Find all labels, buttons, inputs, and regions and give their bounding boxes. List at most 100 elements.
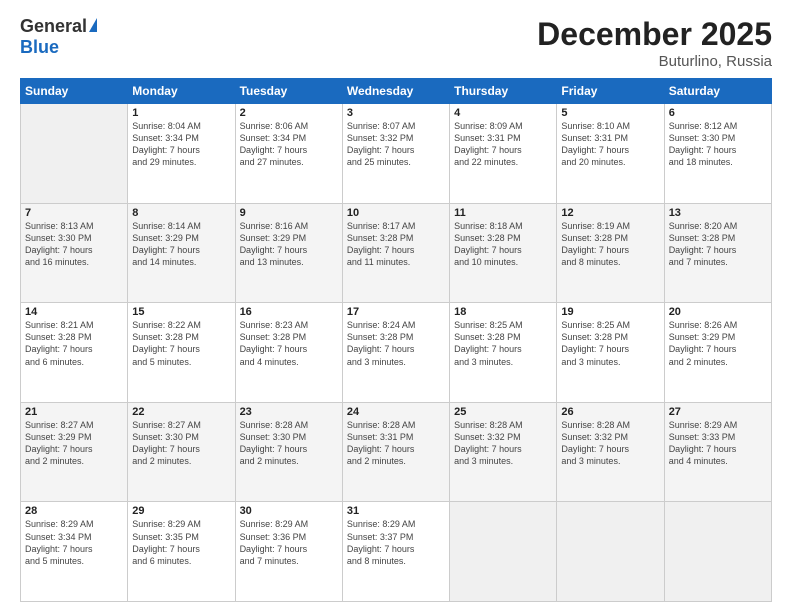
- day-number: 11: [454, 207, 552, 219]
- day-info: Sunrise: 8:29 AM Sunset: 3:36 PM Dayligh…: [240, 518, 338, 567]
- day-number: 2: [240, 107, 338, 119]
- day-info: Sunrise: 8:16 AM Sunset: 3:29 PM Dayligh…: [240, 220, 338, 269]
- calendar-day-cell: 25Sunrise: 8:28 AM Sunset: 3:32 PM Dayli…: [450, 402, 557, 502]
- calendar-day-cell: 15Sunrise: 8:22 AM Sunset: 3:28 PM Dayli…: [128, 303, 235, 403]
- calendar-day-cell: 5Sunrise: 8:10 AM Sunset: 3:31 PM Daylig…: [557, 104, 664, 204]
- calendar-day-cell: 1Sunrise: 8:04 AM Sunset: 3:34 PM Daylig…: [128, 104, 235, 204]
- calendar-header-cell: Saturday: [664, 79, 771, 104]
- calendar-day-cell: 11Sunrise: 8:18 AM Sunset: 3:28 PM Dayli…: [450, 203, 557, 303]
- day-number: 7: [25, 207, 123, 219]
- calendar-day-cell: 9Sunrise: 8:16 AM Sunset: 3:29 PM Daylig…: [235, 203, 342, 303]
- calendar-header-cell: Tuesday: [235, 79, 342, 104]
- calendar-day-cell: 29Sunrise: 8:29 AM Sunset: 3:35 PM Dayli…: [128, 502, 235, 602]
- day-number: 17: [347, 306, 445, 318]
- day-number: 1: [132, 107, 230, 119]
- day-info: Sunrise: 8:29 AM Sunset: 3:35 PM Dayligh…: [132, 518, 230, 567]
- calendar-day-cell: 23Sunrise: 8:28 AM Sunset: 3:30 PM Dayli…: [235, 402, 342, 502]
- day-info: Sunrise: 8:07 AM Sunset: 3:32 PM Dayligh…: [347, 120, 445, 169]
- day-number: 25: [454, 406, 552, 418]
- calendar-day-cell: 13Sunrise: 8:20 AM Sunset: 3:28 PM Dayli…: [664, 203, 771, 303]
- day-info: Sunrise: 8:29 AM Sunset: 3:33 PM Dayligh…: [669, 419, 767, 468]
- calendar-day-cell: 22Sunrise: 8:27 AM Sunset: 3:30 PM Dayli…: [128, 402, 235, 502]
- calendar-day-cell: 27Sunrise: 8:29 AM Sunset: 3:33 PM Dayli…: [664, 402, 771, 502]
- day-info: Sunrise: 8:25 AM Sunset: 3:28 PM Dayligh…: [561, 319, 659, 368]
- day-info: Sunrise: 8:14 AM Sunset: 3:29 PM Dayligh…: [132, 220, 230, 269]
- calendar-week-row: 14Sunrise: 8:21 AM Sunset: 3:28 PM Dayli…: [21, 303, 772, 403]
- calendar-day-cell: 4Sunrise: 8:09 AM Sunset: 3:31 PM Daylig…: [450, 104, 557, 204]
- day-number: 24: [347, 406, 445, 418]
- page: General Blue December 2025 Buturlino, Ru…: [0, 0, 792, 612]
- subtitle: Buturlino, Russia: [537, 53, 772, 70]
- day-number: 6: [669, 107, 767, 119]
- day-number: 9: [240, 207, 338, 219]
- day-number: 20: [669, 306, 767, 318]
- day-info: Sunrise: 8:28 AM Sunset: 3:32 PM Dayligh…: [561, 419, 659, 468]
- day-info: Sunrise: 8:29 AM Sunset: 3:34 PM Dayligh…: [25, 518, 123, 567]
- day-number: 12: [561, 207, 659, 219]
- day-info: Sunrise: 8:26 AM Sunset: 3:29 PM Dayligh…: [669, 319, 767, 368]
- day-info: Sunrise: 8:10 AM Sunset: 3:31 PM Dayligh…: [561, 120, 659, 169]
- calendar-header-row: SundayMondayTuesdayWednesdayThursdayFrid…: [21, 79, 772, 104]
- calendar-week-row: 1Sunrise: 8:04 AM Sunset: 3:34 PM Daylig…: [21, 104, 772, 204]
- calendar-week-row: 21Sunrise: 8:27 AM Sunset: 3:29 PM Dayli…: [21, 402, 772, 502]
- day-number: 13: [669, 207, 767, 219]
- day-number: 28: [25, 505, 123, 517]
- calendar-day-cell: 28Sunrise: 8:29 AM Sunset: 3:34 PM Dayli…: [21, 502, 128, 602]
- calendar-day-cell: 7Sunrise: 8:13 AM Sunset: 3:30 PM Daylig…: [21, 203, 128, 303]
- day-number: 3: [347, 107, 445, 119]
- calendar-day-cell: 21Sunrise: 8:27 AM Sunset: 3:29 PM Dayli…: [21, 402, 128, 502]
- day-number: 26: [561, 406, 659, 418]
- logo: General Blue: [20, 16, 97, 58]
- calendar-day-cell: 24Sunrise: 8:28 AM Sunset: 3:31 PM Dayli…: [342, 402, 449, 502]
- calendar-day-cell: 10Sunrise: 8:17 AM Sunset: 3:28 PM Dayli…: [342, 203, 449, 303]
- main-title: December 2025: [537, 16, 772, 53]
- calendar-day-cell: 17Sunrise: 8:24 AM Sunset: 3:28 PM Dayli…: [342, 303, 449, 403]
- calendar-table: SundayMondayTuesdayWednesdayThursdayFrid…: [20, 78, 772, 602]
- day-number: 29: [132, 505, 230, 517]
- calendar-day-cell: 12Sunrise: 8:19 AM Sunset: 3:28 PM Dayli…: [557, 203, 664, 303]
- day-info: Sunrise: 8:24 AM Sunset: 3:28 PM Dayligh…: [347, 319, 445, 368]
- calendar-week-row: 7Sunrise: 8:13 AM Sunset: 3:30 PM Daylig…: [21, 203, 772, 303]
- calendar-day-cell: 6Sunrise: 8:12 AM Sunset: 3:30 PM Daylig…: [664, 104, 771, 204]
- calendar-day-cell: [450, 502, 557, 602]
- day-info: Sunrise: 8:04 AM Sunset: 3:34 PM Dayligh…: [132, 120, 230, 169]
- calendar-day-cell: 18Sunrise: 8:25 AM Sunset: 3:28 PM Dayli…: [450, 303, 557, 403]
- day-number: 31: [347, 505, 445, 517]
- header: General Blue December 2025 Buturlino, Ru…: [20, 16, 772, 70]
- calendar-header-cell: Sunday: [21, 79, 128, 104]
- day-info: Sunrise: 8:20 AM Sunset: 3:28 PM Dayligh…: [669, 220, 767, 269]
- day-info: Sunrise: 8:27 AM Sunset: 3:30 PM Dayligh…: [132, 419, 230, 468]
- day-info: Sunrise: 8:19 AM Sunset: 3:28 PM Dayligh…: [561, 220, 659, 269]
- calendar-day-cell: 2Sunrise: 8:06 AM Sunset: 3:34 PM Daylig…: [235, 104, 342, 204]
- day-info: Sunrise: 8:28 AM Sunset: 3:32 PM Dayligh…: [454, 419, 552, 468]
- day-info: Sunrise: 8:22 AM Sunset: 3:28 PM Dayligh…: [132, 319, 230, 368]
- logo-triangle-icon: [89, 18, 97, 32]
- calendar-day-cell: 31Sunrise: 8:29 AM Sunset: 3:37 PM Dayli…: [342, 502, 449, 602]
- day-info: Sunrise: 8:21 AM Sunset: 3:28 PM Dayligh…: [25, 319, 123, 368]
- day-number: 18: [454, 306, 552, 318]
- day-number: 27: [669, 406, 767, 418]
- day-info: Sunrise: 8:27 AM Sunset: 3:29 PM Dayligh…: [25, 419, 123, 468]
- calendar-day-cell: 19Sunrise: 8:25 AM Sunset: 3:28 PM Dayli…: [557, 303, 664, 403]
- title-block: December 2025 Buturlino, Russia: [537, 16, 772, 70]
- day-info: Sunrise: 8:28 AM Sunset: 3:31 PM Dayligh…: [347, 419, 445, 468]
- day-number: 4: [454, 107, 552, 119]
- day-info: Sunrise: 8:25 AM Sunset: 3:28 PM Dayligh…: [454, 319, 552, 368]
- day-info: Sunrise: 8:12 AM Sunset: 3:30 PM Dayligh…: [669, 120, 767, 169]
- day-info: Sunrise: 8:17 AM Sunset: 3:28 PM Dayligh…: [347, 220, 445, 269]
- day-number: 14: [25, 306, 123, 318]
- day-number: 22: [132, 406, 230, 418]
- calendar-day-cell: 30Sunrise: 8:29 AM Sunset: 3:36 PM Dayli…: [235, 502, 342, 602]
- logo-blue-text: Blue: [20, 37, 59, 58]
- day-info: Sunrise: 8:23 AM Sunset: 3:28 PM Dayligh…: [240, 319, 338, 368]
- calendar-day-cell: 20Sunrise: 8:26 AM Sunset: 3:29 PM Dayli…: [664, 303, 771, 403]
- day-number: 15: [132, 306, 230, 318]
- calendar-day-cell: 3Sunrise: 8:07 AM Sunset: 3:32 PM Daylig…: [342, 104, 449, 204]
- calendar-day-cell: 26Sunrise: 8:28 AM Sunset: 3:32 PM Dayli…: [557, 402, 664, 502]
- day-number: 10: [347, 207, 445, 219]
- logo-general-text: General: [20, 16, 87, 37]
- calendar-header-cell: Monday: [128, 79, 235, 104]
- calendar-day-cell: [21, 104, 128, 204]
- calendar-header-cell: Friday: [557, 79, 664, 104]
- calendar-day-cell: [557, 502, 664, 602]
